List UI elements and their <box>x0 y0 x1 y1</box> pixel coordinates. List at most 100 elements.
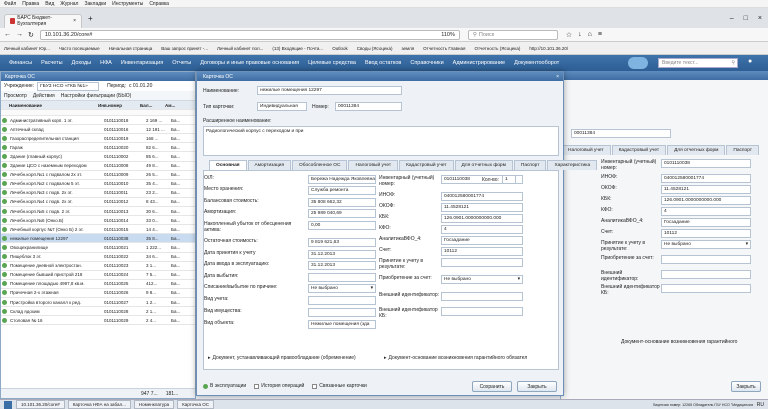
bookmark-item[interactable]: Outlook <box>332 46 348 51</box>
dropdown-icon[interactable]: ▾ <box>746 242 748 247</box>
field-input[interactable] <box>441 258 523 267</box>
field-input[interactable] <box>308 308 376 317</box>
number-input[interactable]: 00011384 <box>335 102 402 111</box>
linked-cards-checkbox[interactable] <box>312 383 318 389</box>
user-icon[interactable]: ● <box>748 58 752 65</box>
back-icon[interactable]: ← <box>4 31 11 38</box>
save-button[interactable]: Сохранить <box>472 381 512 392</box>
expand-icon[interactable]: ▸ <box>384 355 387 361</box>
dropdown-icon[interactable]: ▾ <box>371 286 373 291</box>
menu-nfa[interactable]: НФА <box>100 60 112 66</box>
browser-search-input[interactable]: ⚲ Поиск <box>467 29 558 40</box>
bookmark-item[interactable]: Личный кабинет пол... <box>217 46 263 51</box>
field-input[interactable]: 040012580001774 <box>441 192 523 201</box>
bookmark-item[interactable]: Личный кабинет Юр... <box>4 46 50 51</box>
field-input[interactable]: 9 819 621,63 <box>308 238 376 247</box>
field-input[interactable] <box>661 255 751 264</box>
window-close-icon[interactable]: × <box>758 15 762 22</box>
url-bar[interactable]: 10.101.36.20/core# 110% <box>39 29 460 40</box>
tab-cadastral[interactable]: Кадастровый учет <box>399 160 454 170</box>
field-input[interactable]: 126.0901.0000000000.000 <box>661 196 751 205</box>
menu-tools[interactable]: Инструменты <box>112 1 143 7</box>
tab-tax[interactable]: Налоговый учет <box>348 160 399 170</box>
hamburger-menu-icon[interactable]: ≡ <box>598 31 602 38</box>
field-input[interactable]: Госзадание <box>661 218 751 227</box>
table-row[interactable]: Лечебн.корп.№4 с подв. 2х эт. 0101110012 8… <box>1 198 195 208</box>
table-row[interactable]: Аптечный склад 0101110016 12 191 ... Ба... <box>1 125 195 135</box>
table-row[interactable]: Пристройка второго каналл к ред. 01011100… <box>1 298 195 308</box>
table-row[interactable]: Здание (главный корпус) 0101110002 85 6...… <box>1 152 195 162</box>
linked-cards-label[interactable]: Связанные карточки <box>319 383 367 389</box>
table-row[interactable]: Столовая № 16 0101110029 2 4... Ба... <box>1 316 195 326</box>
bg-doc-link[interactable]: Документ-основание возникновения гаранти… <box>621 339 737 345</box>
table-row[interactable]: Овощехранилище 0101110021 1 222... Ба... <box>1 243 195 253</box>
menu-admin[interactable]: Администрирование <box>453 60 505 66</box>
dropdown-icon[interactable]: ▾ <box>518 277 520 282</box>
field-input[interactable] <box>661 270 751 279</box>
bookmark-item[interactable]: земля <box>401 46 414 51</box>
menu-inventory[interactable]: Инвентаризация <box>121 60 163 66</box>
table-row[interactable]: Лечебн.корп.№6 (Онко.Б) 0101110014 33 0...… <box>1 216 195 226</box>
field-input[interactable]: 31.12.2013 <box>308 250 376 259</box>
doc-warranty-link[interactable]: Документ-основание возникновения гаранти… <box>389 355 528 361</box>
field-input[interactable] <box>441 307 523 316</box>
bookmark-item[interactable]: (13) Входящие - Почта... <box>272 46 323 51</box>
taskbar-item[interactable]: Номенклатура <box>133 400 175 409</box>
bg-tab[interactable]: Для отчетных форм <box>667 145 726 155</box>
card-type-field[interactable]: Индивидуальная <box>257 102 307 111</box>
history-checkbox[interactable] <box>254 383 260 389</box>
field-input[interactable]: 126.0901.0000000000.000 <box>441 214 523 223</box>
window-maximize-icon[interactable]: □ <box>744 15 748 22</box>
taskbar-item[interactable]: Карточка ОС <box>177 400 214 409</box>
tab-report-forms[interactable]: Для отчетных форм <box>454 160 513 170</box>
table-row[interactable]: Гараж 0101110020 82 6... Ба... <box>1 143 195 153</box>
app-search-input[interactable]: Введите текст... ⚲ <box>658 58 738 68</box>
field-input[interactable] <box>308 273 376 282</box>
menu-income[interactable]: Доходы <box>72 60 92 66</box>
tab-main[interactable]: Основная <box>209 160 247 170</box>
menu-view[interactable]: Вид <box>45 1 54 7</box>
field-input[interactable]: Нежилые помещения (зда <box>308 320 376 329</box>
forward-icon[interactable]: → <box>16 31 23 38</box>
menu-docflow[interactable]: Документооборот <box>514 60 559 66</box>
field-input[interactable]: 10112 <box>441 247 523 256</box>
field-input[interactable]: Не выбрано ▾ <box>441 275 523 284</box>
table-row[interactable]: нежилые помещения 12297 0101110038 35 8...… <box>1 234 195 244</box>
tab-characteristics[interactable]: Характеристика <box>547 160 598 170</box>
tab-separate-os[interactable]: Обособленное ОС <box>292 160 348 170</box>
bg-close-button[interactable]: Закрыть <box>731 381 761 392</box>
qty-input[interactable]: 1 <box>501 175 516 184</box>
reload-icon[interactable]: ↻ <box>28 31 34 39</box>
close-button[interactable]: Закрыть <box>517 381 557 392</box>
table-row[interactable]: Лечебн.корп.№1 с подвалом 2х эт. 01011100… <box>1 171 195 180</box>
actions-button[interactable]: Действия <box>33 93 55 99</box>
tab-passport[interactable]: Паспорт <box>513 160 547 170</box>
field-input[interactable]: 25 989 040,69 <box>308 209 376 218</box>
table-row[interactable]: Помещение бывший пристрой 218 0101110024 7… <box>1 271 195 280</box>
close-icon[interactable]: × <box>556 74 559 80</box>
taskbar-item[interactable]: Карточка НФА на забал... <box>67 400 131 409</box>
tray-lang[interactable]: RU <box>757 402 764 408</box>
menu-directories[interactable]: Справочники <box>410 60 443 66</box>
field-input[interactable]: 0,00 <box>308 221 376 230</box>
bg-tab[interactable]: Кадастровый учет <box>611 145 667 155</box>
table-row[interactable]: Прачечная 2-х этажная 0101110026 9 8... Ба.… <box>1 289 195 298</box>
bookmark-item[interactable]: Отчетность Главная <box>423 46 465 51</box>
field-input[interactable] <box>441 292 523 301</box>
menu-edit[interactable]: Правка <box>22 1 39 7</box>
view-button[interactable]: Просмотр <box>4 93 27 99</box>
ext-name-textarea[interactable]: Радиологический корпус с переходом и при <box>203 126 559 156</box>
taskbar-item[interactable]: 10.101.36.20/core# <box>16 400 65 409</box>
doc-ownership-link[interactable]: Документ, устанавливающий правообладание… <box>213 355 356 361</box>
table-row[interactable]: Пищеблок 3 эт. 0101110022 34 6... Ба... <box>1 253 195 262</box>
start-icon[interactable] <box>4 400 12 409</box>
table-row[interactable]: Здание ЦСО с наземным переходом 010111000… <box>1 162 195 171</box>
close-tab-icon[interactable]: × <box>73 18 76 24</box>
menu-bookmarks[interactable]: Закладки <box>84 1 106 7</box>
bookmark-item[interactable]: Ваш запрос принят -... <box>161 46 208 51</box>
field-input[interactable]: 4 <box>441 225 523 234</box>
field-input[interactable]: 35 808 662,32 <box>308 198 376 207</box>
table-row[interactable]: Лечебн.корп.№5 с подв. 2 эт. 0101110013 30… <box>1 207 195 217</box>
field-input[interactable]: Госзадание <box>441 236 523 245</box>
field-input[interactable]: 4 <box>661 207 751 216</box>
